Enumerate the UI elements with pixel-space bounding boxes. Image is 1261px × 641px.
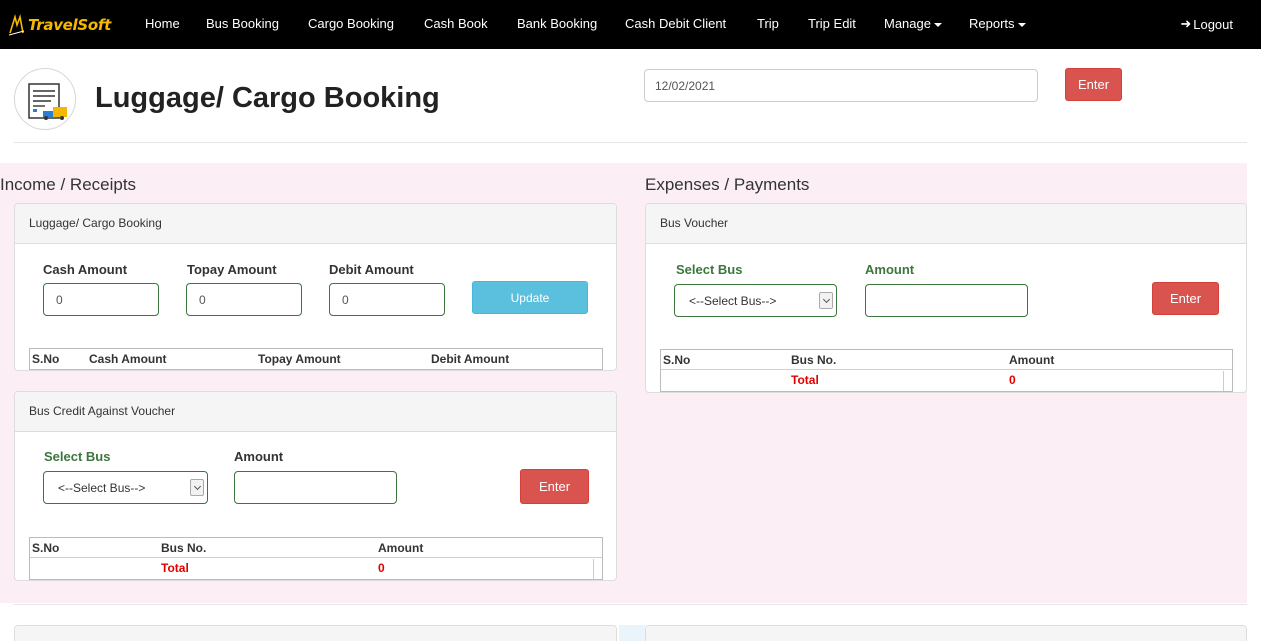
total-value: 0 [378,561,385,575]
nav-reports-dropdown[interactable]: Reports [969,16,1026,31]
topay-amount-input[interactable] [186,283,302,316]
nav-reports-label: Reports [969,16,1015,31]
date-enter-button[interactable]: Enter [1065,68,1122,101]
panel-heading: Bus Credit Against Voucher [15,392,616,432]
table-header-row: S.No Bus No. Amount [661,350,1232,370]
logout-link[interactable]: ➜ Logout [1180,16,1233,32]
nav-manage-dropdown[interactable]: Manage [884,16,942,31]
caret-down-icon [1017,22,1026,27]
table-scrollbar[interactable] [593,559,602,579]
select-bus-label: Select Bus [44,449,111,464]
total-label: Total [791,373,819,387]
update-button[interactable]: Update [472,281,588,314]
caret-down-icon [933,22,942,27]
income-section-title: Income / Receipts [0,175,137,194]
select-bus-dropdown[interactable]: <--Select Bus--> [674,284,837,317]
cash-amount-input[interactable] [43,283,159,316]
lower-right-panel [645,625,1247,641]
sign-in-icon: ➜ [1180,16,1192,31]
col-header-bus-no: Bus No. [791,353,837,367]
amount-label: Amount [865,262,915,277]
panel-heading: Bus Voucher [646,204,1246,244]
table-header-row: S.No Bus No. Amount [30,538,602,558]
bus-voucher-panel: Bus Voucher Select Bus Amount <--Select … [645,203,1247,393]
panel-heading: Luggage/ Cargo Booking [15,204,616,244]
luggage-cargo-panel: Luggage/ Cargo Booking Cash Amount Topay… [14,203,617,371]
table-scrollbar[interactable] [1223,371,1232,391]
col-header-amount: Amount [1009,353,1055,367]
col-header-topay-amount: Topay Amount [258,352,341,366]
brand-logo[interactable]: TravelSoft [8,10,111,40]
page-title: Luggage/ Cargo Booking [95,82,440,114]
topay-amount-label: Topay Amount [187,262,277,277]
select-bus-value: <--Select Bus--> [689,293,777,308]
select-bus-value: <--Select Bus--> [58,480,146,495]
col-header-cash-amount: Cash Amount [89,352,167,366]
nav-trip-edit[interactable]: Trip Edit [808,16,856,31]
lower-left-panel [14,625,617,641]
table-total-row: Total 0 [30,558,602,578]
select-bus-label: Select Bus [676,262,743,277]
panel-heading [646,626,1246,641]
chevron-down-icon [819,292,833,309]
debit-amount-input[interactable] [329,283,445,316]
total-label: Total [161,561,189,575]
nav-cash-book[interactable]: Cash Book [424,16,488,31]
cash-amount-label: Cash Amount [43,262,128,277]
nav-bank-booking[interactable]: Bank Booking [517,16,597,31]
col-header-sno: S.No [663,353,691,367]
debit-amount-label: Debit Amount [329,262,414,277]
col-header-debit-amount: Debit Amount [431,352,510,366]
nav-cargo-booking[interactable]: Cargo Booking [308,16,394,31]
section-divider [14,604,1247,605]
expenses-section-title: Expenses / Payments [645,175,810,194]
nav-home[interactable]: Home [145,16,180,31]
nav-bus-booking[interactable]: Bus Booking [206,16,279,31]
col-header-amount: Amount [378,541,424,555]
amount-label: Amount [234,449,284,464]
brand-text: TravelSoft [28,16,112,34]
col-header-sno: S.No [32,541,60,555]
total-value: 0 [1009,373,1016,387]
table-header-row: S.No Cash Amount Topay Amount Debit Amou… [30,349,602,369]
logout-label: Logout [1193,16,1233,32]
bus-credit-enter-button[interactable]: Enter [520,469,589,504]
header-divider [14,142,1247,143]
nav-trip[interactable]: Trip [757,16,779,31]
cargo-document-truck-icon [14,68,76,130]
date-input[interactable] [644,69,1038,102]
bus-credit-table: S.No Bus No. Amount Total 0 [29,537,603,580]
col-header-sno: S.No [32,352,60,366]
panel-heading [15,626,616,641]
top-navbar: TravelSoft Home Bus Booking Cargo Bookin… [0,0,1261,49]
nav-cash-debit-client[interactable]: Cash Debit Client [625,16,726,31]
bus-voucher-table: S.No Bus No. Amount Total 0 [660,349,1233,392]
amount-input[interactable] [234,471,397,504]
bus-credit-panel: Bus Credit Against Voucher Select Bus Am… [14,391,617,581]
chevron-down-icon [190,479,204,496]
bus-voucher-enter-button[interactable]: Enter [1152,282,1219,315]
amount-input[interactable] [865,284,1028,317]
select-bus-dropdown[interactable]: <--Select Bus--> [43,471,208,504]
cargo-table: S.No Cash Amount Topay Amount Debit Amou… [29,348,603,370]
nav-manage-label: Manage [884,16,931,31]
bus-logo-icon [8,14,25,36]
col-header-bus-no: Bus No. [161,541,207,555]
table-total-row: Total 0 [661,370,1232,390]
lower-divider-strip [619,625,645,641]
